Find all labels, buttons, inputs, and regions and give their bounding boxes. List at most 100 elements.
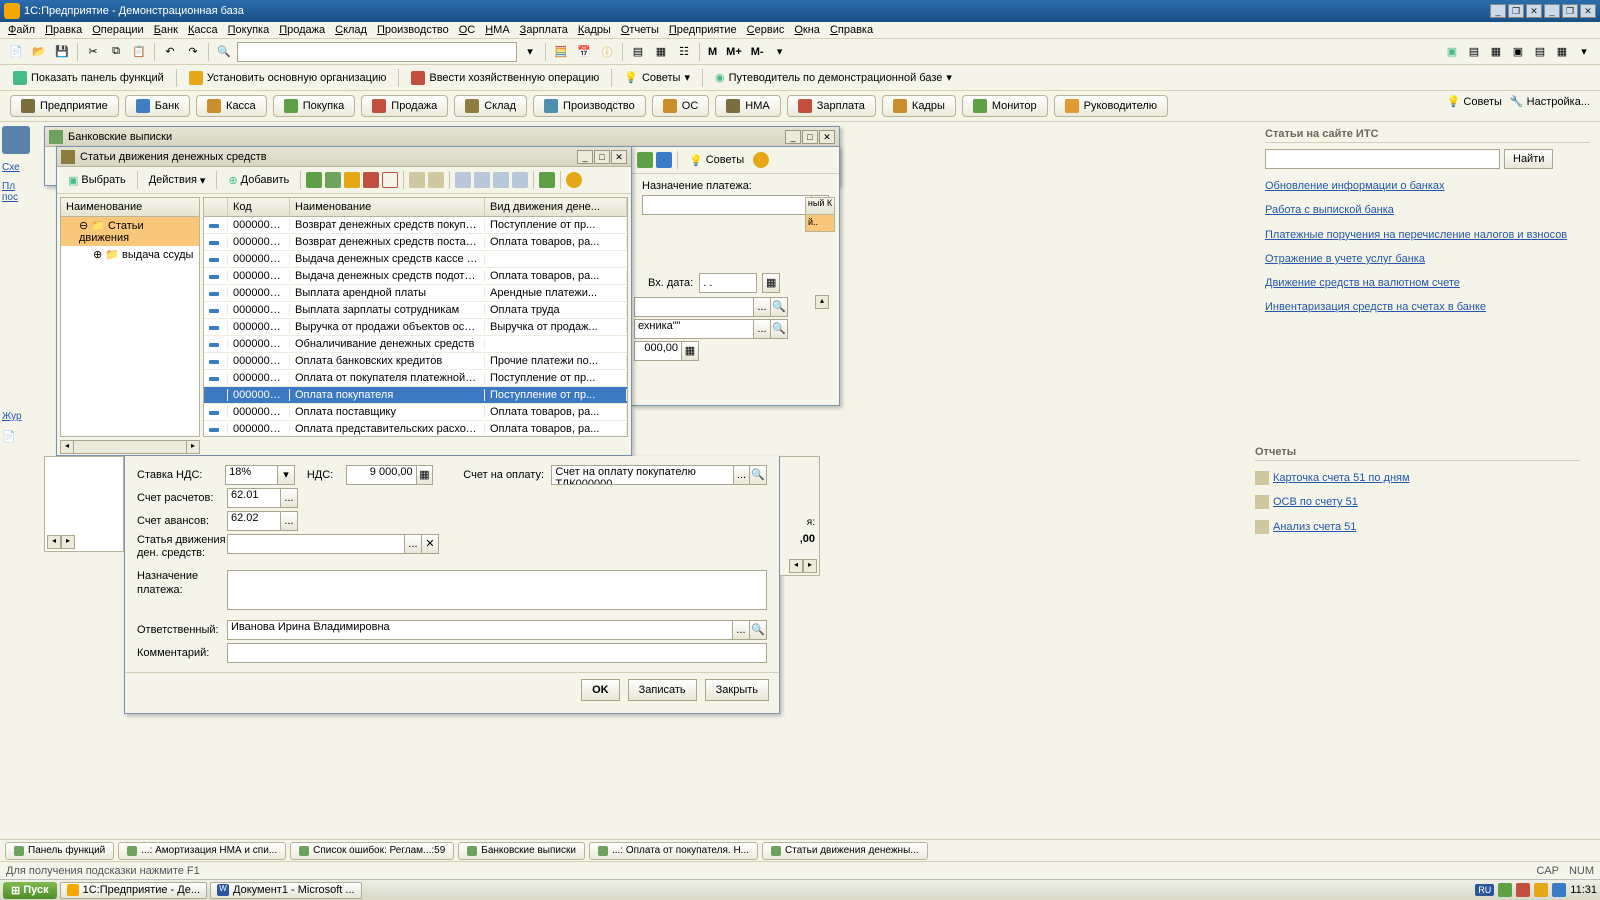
actions-button[interactable]: Действия▾: [143, 170, 212, 190]
section-tab[interactable]: Банк: [125, 95, 190, 117]
demo-guide-button[interactable]: ◉ Путеводитель по демонстрационной базе …: [708, 67, 959, 89]
add-group-icon[interactable]: [306, 172, 322, 188]
rt-icon-6[interactable]: ▦: [1552, 42, 1572, 62]
its-link[interactable]: Платежные поручения на перечисление нало…: [1265, 228, 1590, 242]
mdi-tab[interactable]: ...: Оплата от покупателя. Н...: [589, 842, 758, 860]
calc-icon[interactable]: ▦: [681, 341, 699, 361]
section-tab[interactable]: Руководителю: [1054, 95, 1168, 117]
menu-item[interactable]: Окна: [794, 24, 820, 36]
tips-button[interactable]: 💡 Советы ▾: [617, 67, 697, 89]
amount-field[interactable]: 000,00: [634, 341, 682, 361]
select-button[interactable]: ▣Выбрать: [62, 170, 132, 190]
rt-icon-3[interactable]: ▦: [1486, 42, 1506, 62]
menu-item[interactable]: Файл: [8, 24, 35, 36]
menu-item[interactable]: Банк: [154, 24, 178, 36]
tree-root[interactable]: ⊖ 📁 Статьи движения: [61, 217, 199, 246]
filter2-icon[interactable]: [474, 172, 490, 188]
menu-item[interactable]: Справка: [830, 24, 873, 36]
refresh-icon[interactable]: [539, 172, 555, 188]
tray-icon[interactable]: [1534, 883, 1548, 897]
copy-icon[interactable]: [325, 172, 341, 188]
table-row[interactable]: 000000010Возврат денежных средств покупа…: [204, 217, 627, 234]
menu-item[interactable]: Сервис: [747, 24, 785, 36]
its-link[interactable]: Отражение в учете услуг банка: [1265, 252, 1590, 266]
move-icon[interactable]: [428, 172, 444, 188]
section-tab[interactable]: Касса: [196, 95, 267, 117]
tree-child[interactable]: ⊕ 📁 выдача ссуды: [61, 246, 199, 263]
search-dropdown[interactable]: [237, 42, 517, 62]
col-code[interactable]: Код: [228, 198, 290, 216]
section-tab[interactable]: Производство: [533, 95, 646, 117]
report-link[interactable]: Карточка счета 51 по дням: [1255, 471, 1580, 485]
table-row[interactable]: 000000008Выплата арендной платыАрендные …: [204, 285, 627, 302]
left-link-1[interactable]: Схе: [2, 162, 38, 173]
mdi-tab[interactable]: Статьи движения денежны...: [762, 842, 928, 860]
menu-item[interactable]: Отчеты: [621, 24, 659, 36]
rt-icon-4[interactable]: ▣: [1508, 42, 1528, 62]
rt-icon-2[interactable]: ▤: [1464, 42, 1484, 62]
table-row[interactable]: 000000022Обналичивание денежных средств: [204, 336, 627, 353]
restore-button[interactable]: ❐: [1508, 4, 1524, 18]
props-icon[interactable]: ▦: [651, 42, 671, 62]
cf-tree[interactable]: Наименование ⊖ 📁 Статьи движения ⊕ 📁 выд…: [60, 197, 200, 437]
filter3-icon[interactable]: [493, 172, 509, 188]
section-tab[interactable]: Кадры: [882, 95, 956, 117]
filter-icon[interactable]: [455, 172, 471, 188]
menu-item[interactable]: Правка: [45, 24, 82, 36]
purpose-field[interactable]: [227, 570, 767, 610]
scroll-left-icon[interactable]: ◂: [789, 559, 803, 573]
menu-item[interactable]: НМА: [485, 24, 509, 36]
section-tab[interactable]: Предприятие: [10, 95, 119, 117]
table-row[interactable]: 000000031Оплата поставщикуОплата товаров…: [204, 404, 627, 421]
purpose-input[interactable]: [642, 195, 812, 215]
taskbar-app-word[interactable]: WДокумент1 - Microsoft ...: [210, 882, 362, 899]
search-icon[interactable]: 🔍: [770, 319, 788, 339]
memory-mminus[interactable]: M-: [748, 46, 767, 58]
search-icon[interactable]: 🔍: [770, 297, 788, 317]
ellipsis-button[interactable]: ...: [280, 511, 298, 531]
memory-m[interactable]: M: [705, 46, 720, 58]
report-link[interactable]: Анализ счета 51: [1255, 520, 1580, 534]
help-icon[interactable]: ⓘ: [597, 42, 617, 62]
left-link-2[interactable]: Плпос: [2, 181, 38, 203]
edit-icon[interactable]: [344, 172, 360, 188]
cf-field[interactable]: [227, 534, 405, 554]
minimize-button[interactable]: _: [785, 130, 801, 144]
menu-item[interactable]: Производство: [377, 24, 449, 36]
search-icon[interactable]: 🔍: [749, 620, 767, 640]
ok-button[interactable]: OK: [581, 679, 620, 701]
scroll-up-icon[interactable]: ▴: [815, 295, 829, 309]
bank-field[interactable]: [634, 297, 754, 317]
menu-item[interactable]: Продажа: [279, 24, 325, 36]
nds-rate-field[interactable]: 18%: [225, 465, 278, 485]
lang-indicator[interactable]: RU: [1475, 884, 1494, 896]
search-icon[interactable]: 🔍: [214, 42, 234, 62]
menu-item[interactable]: Предприятие: [669, 24, 737, 36]
start-button[interactable]: ⊞Пуск: [3, 882, 57, 899]
show-func-panel-button[interactable]: Показать панель функций: [6, 67, 171, 89]
set-main-org-button[interactable]: Установить основную организацию: [182, 67, 394, 89]
copy-icon[interactable]: ⧉: [106, 42, 126, 62]
dropdown-icon[interactable]: ▾: [277, 465, 295, 485]
inner-close-button[interactable]: ✕: [1580, 4, 1596, 18]
minimize-button[interactable]: _: [1490, 4, 1506, 18]
scroll-left-icon[interactable]: ◂: [60, 440, 74, 454]
section-tab[interactable]: Склад: [454, 95, 527, 117]
section-tab[interactable]: Покупка: [273, 95, 356, 117]
menu-item[interactable]: Кадры: [578, 24, 611, 36]
table-row[interactable]: 000000015Оплата покупателяПоступление от…: [204, 387, 627, 404]
its-search-input[interactable]: [1265, 149, 1500, 169]
ellipsis-button[interactable]: ...: [280, 488, 298, 508]
tray-icon[interactable]: [1516, 883, 1530, 897]
add-button[interactable]: ⊕Добавить: [222, 170, 295, 190]
enter-operation-button[interactable]: Ввести хозяйственную операцию: [404, 67, 606, 89]
section-tab[interactable]: Продажа: [361, 95, 448, 117]
tips-link[interactable]: 💡 Советы: [1447, 95, 1502, 117]
tips-button[interactable]: 💡Советы: [683, 150, 750, 170]
tail-field[interactable]: ехника"": [634, 319, 754, 339]
col-kind[interactable]: Вид движения дене...: [485, 198, 627, 216]
taskbar-app-1c[interactable]: 1С:Предприятие - Де...: [60, 882, 207, 899]
mdi-tab[interactable]: Панель функций: [5, 842, 114, 860]
hierarchy-icon[interactable]: [409, 172, 425, 188]
list-icon[interactable]: [656, 152, 672, 168]
